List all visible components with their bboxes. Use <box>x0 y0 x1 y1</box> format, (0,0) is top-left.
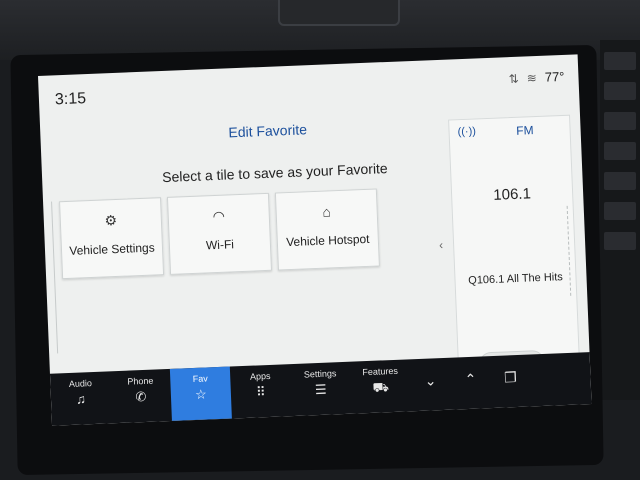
nav-collapse[interactable]: ⌄ <box>410 358 452 412</box>
tile-wifi[interactable]: ◠ Wi-Fi <box>166 192 273 275</box>
car-icon: ⛟ <box>372 379 390 395</box>
tile-vehicle-settings[interactable]: ⚙ Vehicle Settings <box>59 197 165 280</box>
radio-frequency: 106.1 <box>493 185 532 204</box>
nav-expand[interactable]: ⌃ <box>450 356 492 410</box>
wifi-icon: ≋ <box>526 70 538 85</box>
nav-settings[interactable]: Settings ☰ <box>290 362 352 416</box>
windows-icon: ❐ <box>503 369 518 386</box>
radio-band: FM <box>515 123 534 138</box>
chevron-down-icon: ⌄ <box>424 372 437 389</box>
signal-arrows-icon: ⇅ <box>508 71 520 86</box>
radio-panel[interactable]: ((·)) FM 106.1 Q106.1 All The Hits ⏮ ⏭ <box>448 114 581 392</box>
star-icon: ☆ <box>194 386 208 402</box>
music-icon: ♫ <box>75 391 87 407</box>
tile-label: Wi-Fi <box>205 237 235 253</box>
phone-icon: ✆ <box>135 388 147 405</box>
infotainment-screen: 3:15 ⇅ ≋ 77° Edit Favorite Select a tile… <box>38 54 592 426</box>
nav-apps[interactable]: Apps ⠿ <box>230 364 292 418</box>
sliders-icon: ☰ <box>314 381 327 398</box>
vehicle-hotspot-icon: ⌂ <box>322 203 332 220</box>
nav-label: Apps <box>249 370 271 382</box>
hazard-button-housing <box>278 0 400 26</box>
page-title: Edit Favorite <box>228 121 308 141</box>
nav-label: Phone <box>127 375 154 387</box>
status-bar: ⇅ ≋ 77° <box>508 69 564 86</box>
nav-label: Settings <box>303 368 337 380</box>
instruction-text: Select a tile to save as your Favorite <box>161 160 388 186</box>
station-name: Q106.1 All The Hits <box>468 271 564 287</box>
wifi-icon: ◠ <box>212 207 226 225</box>
tile-label: Vehicle Hotspot <box>285 231 370 250</box>
tile-label: Vehicle Settings <box>69 240 155 258</box>
chevron-up-icon: ⌃ <box>464 370 477 388</box>
chevron-left-icon[interactable]: ‹ <box>439 238 444 252</box>
nav-phone[interactable]: Phone ✆ <box>110 369 172 423</box>
nav-label: Audio <box>68 378 93 390</box>
nav-multi-window[interactable]: ❐ <box>490 354 532 408</box>
outside-temperature: 77° <box>544 68 565 85</box>
air-vent <box>600 40 640 400</box>
clock: 3:15 <box>54 90 87 109</box>
nav-fav[interactable]: Fav ☆ <box>169 366 232 421</box>
nav-label: Features <box>362 365 399 378</box>
tile-vehicle-hotspot[interactable]: ⌂ Vehicle Hotspot <box>274 188 380 271</box>
nav-label: Fav <box>192 373 208 385</box>
broadcast-icon: ((·)) <box>457 125 477 139</box>
nav-audio[interactable]: Audio ♫ <box>50 371 112 425</box>
apps-grid-icon: ⠿ <box>255 384 266 400</box>
radio-header: ((·)) FM <box>449 116 570 147</box>
nav-features[interactable]: Features ⛟ <box>350 359 412 413</box>
vehicle-settings-icon: ⚙ <box>104 211 118 229</box>
